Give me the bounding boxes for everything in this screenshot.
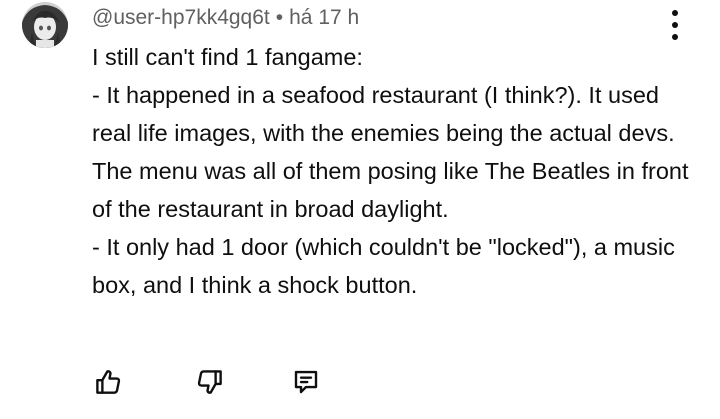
meta-separator: • [275,6,284,29]
avatar-image [22,2,68,48]
more-vert-icon[interactable] [662,10,688,40]
like-button[interactable] [88,362,128,402]
thumb-down-icon [197,370,222,394]
comment-body: I still can't find 1 fangame: - It happe… [92,38,692,304]
dislike-button[interactable] [190,362,230,402]
kebab-dot [672,10,678,16]
reply-button[interactable] [286,362,326,402]
comment-paragraph: - It only had 1 door (which couldn't be … [92,234,675,298]
comment-paragraph: I still can't find 1 fangame: [92,44,363,70]
avatar[interactable] [22,2,68,48]
comment-thread: @user-hp7kk4gq6t • há 17 h I still can't f… [0,0,720,419]
comment-header: @user-hp7kk4gq6t • há 17 h [92,5,359,31]
comment-paragraph: - It happened in a seafood restaurant (I… [92,82,689,222]
comment-reply-icon [294,370,318,394]
thumb-up-icon [96,370,121,394]
kebab-dot [672,22,678,28]
comment-timestamp[interactable]: há 17 h [289,6,359,29]
author-handle[interactable]: @user-hp7kk4gq6t [92,6,270,29]
